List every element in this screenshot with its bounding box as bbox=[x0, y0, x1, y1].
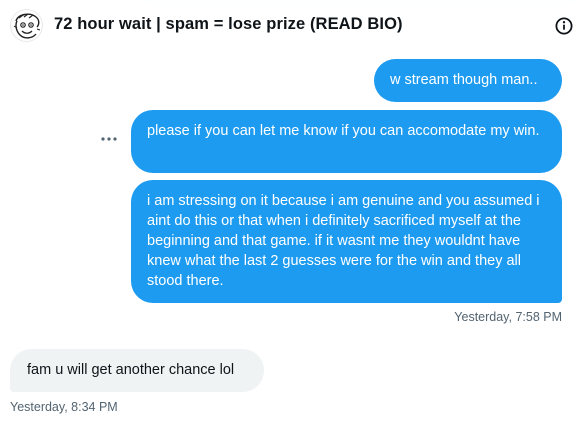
doodle-face-avatar-icon bbox=[10, 9, 43, 42]
message-more-button[interactable] bbox=[98, 131, 120, 147]
info-icon bbox=[555, 17, 573, 35]
dm-conversation-window: 72 hour wait | spam = lose prize (READ B… bbox=[0, 0, 581, 423]
message-timestamp: Yesterday, 8:34 PM bbox=[10, 400, 118, 414]
message-timestamp: Yesterday, 7:58 PM bbox=[454, 310, 562, 324]
avatar[interactable] bbox=[10, 9, 43, 42]
conversation-header: 72 hour wait | spam = lose prize (READ B… bbox=[0, 0, 581, 52]
message-bubble-sent[interactable]: i am stressing on it because i am genuin… bbox=[131, 180, 562, 303]
more-horizontal-icon bbox=[101, 137, 117, 141]
conversation-title: 72 hour wait | spam = lose prize (READ B… bbox=[54, 15, 403, 33]
message-bubble-sent[interactable]: w stream though man.. bbox=[374, 59, 562, 102]
message-bubble-sent[interactable]: please if you can let me know if you can… bbox=[131, 110, 562, 173]
info-button[interactable] bbox=[553, 15, 575, 37]
message-bubble-received[interactable]: fam u will get another chance lol bbox=[10, 349, 264, 392]
